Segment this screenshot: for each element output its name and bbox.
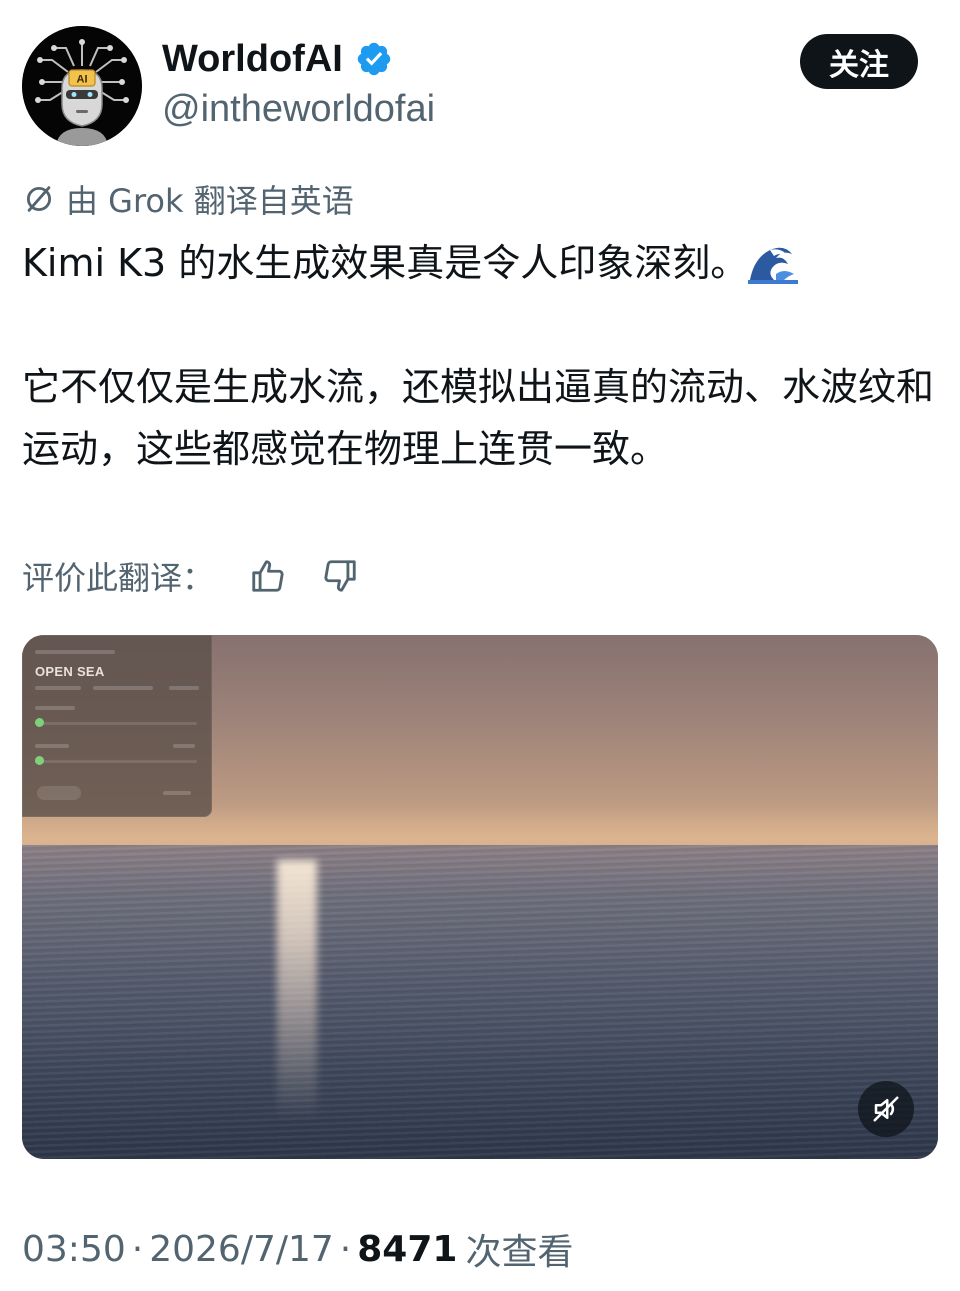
robot-avatar-icon: AI: [22, 26, 142, 146]
panel-chip: [37, 786, 81, 800]
panel-slider-thumb: [35, 756, 44, 765]
tweet-paragraph-2: 它不仅仅是生成水流，还模拟出逼真的流动、水波纹和运动，这些都感觉在物理上连贯一致…: [22, 365, 935, 471]
panel-title: OPEN SEA: [35, 664, 105, 679]
tweet-paragraph-1: Kimi K3 的水生成效果真是令人印象深刻。: [22, 232, 937, 294]
meta-separator: ·: [131, 1228, 144, 1270]
panel-footer-line: [163, 791, 191, 795]
panel-value-line: [173, 744, 195, 748]
panel-slider-track: [35, 760, 197, 763]
thumbs-down-icon: [324, 560, 356, 592]
thumbs-up-icon: [252, 560, 284, 592]
panel-sub-line: [35, 686, 81, 690]
translation-note-text: 由 Grok 翻译自英语: [66, 182, 354, 220]
verified-badge-icon: [357, 42, 391, 76]
meta-separator: ·: [339, 1228, 352, 1270]
panel-slider-thumb: [35, 718, 44, 727]
handle[interactable]: @intheworldofai: [162, 86, 435, 132]
thumbs-up-button[interactable]: [248, 556, 288, 596]
panel-label-line: [35, 706, 75, 710]
display-name[interactable]: WorldofAI: [162, 36, 343, 82]
video-ui-panel: OPEN SEA: [22, 635, 212, 817]
panel-label-line: [35, 744, 69, 748]
view-count: 8471: [357, 1228, 458, 1270]
sun-reflection: [277, 860, 317, 1120]
mute-button[interactable]: [858, 1081, 914, 1137]
rate-translation-label: 评价此翻译：: [22, 559, 215, 597]
panel-header-line: [35, 650, 115, 654]
tweet-date[interactable]: 2026/7/17: [149, 1229, 334, 1270]
sea-area: [22, 845, 938, 1159]
translate-icon: [26, 186, 52, 212]
muted-speaker-icon: [873, 1096, 899, 1122]
tweet-text: Kimi K3 的水生成效果真是令人印象深刻。 它不仅仅是生成水流，还模拟出逼真…: [22, 232, 937, 480]
avatar[interactable]: AI: [22, 26, 142, 146]
view-count-label: 次查看: [465, 1232, 574, 1273]
tweet-paragraph-1-text: Kimi K3 的水生成效果真是令人印象深刻。: [22, 241, 749, 285]
rate-translation-row: 评价此翻译：: [22, 552, 360, 600]
follow-button[interactable]: 关注: [800, 34, 918, 89]
panel-slider-track: [35, 722, 197, 725]
translation-note: 由 Grok 翻译自英语: [22, 176, 354, 222]
panel-sub-line: [93, 686, 153, 690]
panel-sub-line: [169, 686, 199, 690]
water-wave-emoji-icon: [748, 240, 799, 284]
tweet-meta: 03:50 · 2026/7/17 · 8471 次查看: [22, 1224, 573, 1274]
video-player[interactable]: OPEN SEA: [22, 635, 938, 1159]
thumbs-down-button[interactable]: [320, 556, 360, 596]
svg-text:AI: AI: [77, 74, 88, 86]
display-name-row: WorldofAI: [162, 36, 393, 82]
tweet-time[interactable]: 03:50: [22, 1229, 126, 1270]
